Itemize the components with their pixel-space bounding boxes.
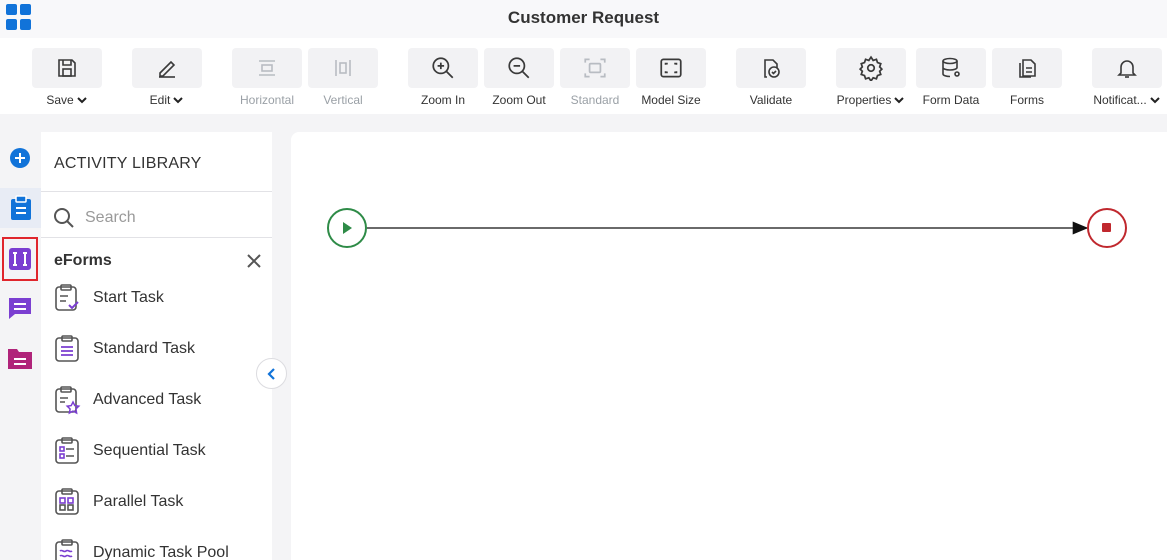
chevron-down-icon (893, 94, 905, 106)
stop-icon (1102, 223, 1111, 232)
chevron-down-icon (76, 94, 88, 106)
horizontal-align-icon (259, 60, 275, 76)
process-diagram (327, 208, 1127, 248)
search-input[interactable] (85, 209, 255, 227)
title-bar: Customer Request (0, 0, 1167, 38)
chat-icon (9, 298, 31, 319)
search-icon (54, 208, 74, 228)
rail-eforms[interactable] (2, 237, 38, 281)
library-item-sequential-task[interactable]: Sequential Task (51, 431, 266, 471)
collapse-panel-button[interactable] (256, 358, 287, 389)
rail-add-button[interactable] (2, 138, 38, 178)
validate-button[interactable]: Validate (735, 48, 807, 107)
library-item-label: Sequential Task (93, 442, 206, 459)
rail-activity-library[interactable] (0, 188, 41, 228)
chevron-left-icon (266, 367, 275, 380)
save-icon (58, 59, 76, 77)
standard-task-icon (51, 333, 83, 365)
zoom-out-button[interactable]: Zoom Out (483, 48, 555, 107)
clipboard-icon (10, 195, 31, 220)
library-item-label: Advanced Task (93, 391, 202, 408)
horizontal-button[interactable]: Horizontal (231, 48, 303, 107)
dynamic-task-pool-icon (51, 537, 83, 560)
activity-library-panel: ACTIVITY LIBRARY eForms Start Task Stand… (41, 132, 272, 560)
edit-button[interactable]: Edit (131, 48, 203, 107)
library-item-standard-task[interactable]: Standard Task (51, 329, 266, 369)
rail-documents[interactable] (2, 338, 38, 378)
start-task-icon (51, 282, 83, 314)
pencil-icon (159, 60, 176, 78)
advanced-task-icon (51, 384, 83, 416)
start-event[interactable] (327, 208, 367, 248)
library-title: ACTIVITY LIBRARY (54, 155, 202, 172)
notifications-button[interactable]: Notificat... (1091, 48, 1163, 107)
zoom-in-icon (432, 57, 454, 79)
folder-icon (8, 349, 32, 369)
save-button[interactable]: Save (31, 48, 103, 107)
sequential-task-icon (51, 435, 83, 467)
zoom-in-button[interactable]: Zoom In (407, 48, 479, 107)
toolbar: Save Edit Horizontal Vertical Zoom In Zo… (0, 38, 1167, 114)
eforms-icon (9, 248, 31, 270)
library-item-label: Parallel Task (93, 493, 184, 510)
library-item-dynamic-task-pool[interactable]: Dynamic Task Pool (51, 533, 266, 560)
bell-icon (1117, 60, 1137, 78)
standard-button[interactable]: Standard (559, 48, 631, 107)
chevron-down-icon (172, 94, 184, 106)
left-rail (0, 132, 41, 560)
page-title: Customer Request (507, 8, 660, 27)
rail-messages[interactable] (2, 288, 38, 328)
fit-screen-icon (660, 58, 682, 78)
parallel-task-icon (51, 486, 83, 518)
close-icon[interactable] (245, 252, 263, 270)
vertical-align-icon (335, 60, 351, 76)
properties-button[interactable]: Properties (835, 48, 907, 107)
forms-icon (1019, 59, 1036, 78)
category-title: eForms (54, 252, 112, 269)
library-item-label: Standard Task (93, 340, 195, 357)
library-item-advanced-task[interactable]: Advanced Task (51, 380, 266, 420)
database-icon (942, 57, 960, 78)
library-item-parallel-task[interactable]: Parallel Task (51, 482, 266, 522)
end-event[interactable] (1087, 208, 1127, 248)
library-item-label: Start Task (93, 289, 164, 306)
form-data-button[interactable]: Form Data (915, 48, 987, 107)
model-size-button[interactable]: Model Size (635, 48, 707, 107)
library-item-start-task[interactable]: Start Task (51, 278, 266, 318)
forms-button[interactable]: Forms (991, 48, 1063, 107)
divider (41, 191, 272, 192)
add-circle-icon (10, 148, 30, 168)
zoom-out-icon (508, 57, 530, 79)
chevron-down-icon (1149, 94, 1161, 106)
vertical-button[interactable]: Vertical (307, 48, 379, 107)
standard-size-icon (584, 58, 606, 78)
gear-icon (858, 55, 884, 81)
library-item-label: Dynamic Task Pool (93, 544, 229, 560)
validate-icon (764, 59, 780, 78)
process-canvas[interactable] (291, 132, 1167, 560)
library-search (53, 206, 263, 230)
divider (41, 237, 272, 238)
